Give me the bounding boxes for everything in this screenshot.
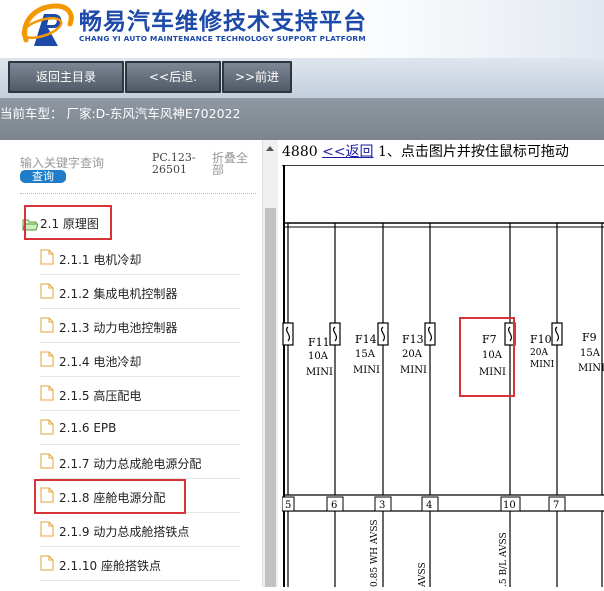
document-icon [40,351,54,367]
wire-label: 0.85 WH AVSS [370,519,380,587]
tree-item-label: 2.1.10 座舱搭铁点 [59,559,161,573]
diagram-header: 4880 <<返回 1、点击图片并按住鼠标可拖动 [282,140,604,165]
fuse-type: MINI [400,365,427,376]
divider [20,193,256,194]
document-icon [40,385,54,401]
highlight-box-cabin-power [34,479,186,514]
collapse-all-link[interactable]: 折叠全部 [212,152,248,176]
tree-item-label: 2.1.9 动力总成舱搭铁点 [59,525,190,539]
fuse-type: MINI [530,360,555,370]
document-icon [40,521,54,537]
highlight-box-schematic [24,205,112,240]
tree-item-battery-controller[interactable]: 2.1.3 动力电池控制器 [40,310,240,343]
pin-number: 5 [285,500,291,511]
fuse-f10[interactable]: F10 20A MINI [530,223,563,495]
tree-item-battery-cooling[interactable]: 2.1.4 电池冷却 [40,344,240,377]
fuse-rating: 20A [402,349,423,360]
fuse-rating: 20A [530,348,548,358]
fuse-f7[interactable]: F7 10A MINI [424,223,516,495]
tree-item-epb[interactable]: 2.1.6 EPB [40,412,240,445]
fuse-rating: 10A [308,351,329,362]
tree-item-hv-distribution[interactable]: 2.1.5 高压配电 [40,378,240,411]
fuse-rating: 15A [580,348,601,359]
fuse-type: MINI [578,363,604,374]
fuse-type: MINI [306,367,333,378]
fuse-f13[interactable]: F13 20A MINI [377,223,427,495]
header-banner: 畅易汽车维修技术支持平台 CHANG YI AUTO MAINTENANCE T… [0,0,604,58]
tree-item-powertrain-ground[interactable]: 2.1.9 动力总成舱搭铁点 [40,514,240,547]
fuse-f11[interactable]: F11 10A MINI [282,223,333,495]
pin-number: 4 [426,500,432,511]
fuse-f9[interactable]: F9 15A MINI [578,223,604,495]
wire-label: AVSS [418,562,428,587]
wiring-diagram-svg: F11 10A MINI F14 15A MINI F13 20A MINI F… [281,164,604,588]
tree-item-motor-cooling[interactable]: 2.1.1 电机冷却 [40,242,240,275]
wire-label: .5 B/L AVSS [499,532,509,587]
current-car-model: 当前车型： 厂家:D-东风汽车风神E702022 [0,106,241,121]
pin-number: 7 [553,500,559,511]
pc-code: PC.123-26501 [152,151,196,176]
scrollbar-thumb[interactable] [265,208,276,587]
fuse-name: F13 [402,333,424,346]
return-link[interactable]: <<返回 [322,144,373,160]
tree-item-label: 2.1.4 电池冷却 [59,355,142,369]
tree-item-label: 2.1.1 电机冷却 [59,253,142,267]
tree-item-integrated-motor-controller[interactable]: 2.1.2 集成电机控制器 [40,276,240,309]
document-icon [40,283,54,299]
tree-item-label: 2.1.6 EPB [59,421,117,435]
fuse-name: F10 [530,333,552,346]
fuse-name: F9 [582,331,597,344]
pin-number: 3 [379,500,385,511]
tree-item-label: 2.1.3 动力电池控制器 [59,321,178,335]
back-button[interactable]: <<后退. [125,61,221,93]
drag-instruction: 1、点击图片并按住鼠标可拖动 [373,144,569,160]
document-icon [40,453,54,469]
app-title: 畅易汽车维修技术支持平台 [79,9,367,35]
fuse-rating: 15A [355,349,376,360]
sidebar-scrollbar[interactable] [262,140,278,587]
logo-icon [21,3,74,46]
doc-id: 4880 [282,144,323,160]
toolbar: 返回主目录 <<后退. >>前进 [0,58,604,98]
sidebar: 输入关键字查询 查询 PC.123-26501 折叠全部 2.1 原理图 2.1… [0,140,262,587]
fuse-f14[interactable]: F14 15A MINI [329,223,380,495]
fuse-name: F7 [482,333,497,346]
tree-item-label: 2.1.2 集成电机控制器 [59,287,178,301]
search-input[interactable]: 输入关键字查询 [20,154,104,171]
tree-item-label: 2.1.5 高压配电 [59,389,142,403]
tree-item-cabin-ground[interactable]: 2.1.10 座舱搭铁点 [40,548,240,581]
tree-item-label: 2.1.7 动力总成舱电源分配 [59,457,202,471]
fuse-name: F14 [355,333,377,346]
info-bar: 当前车型： 厂家:D-东风汽车风神E702022 [0,98,604,140]
pin-number: 6 [331,500,337,511]
search-button[interactable]: 查询 [20,170,66,183]
fuse-rating: 10A [482,350,503,361]
document-icon [40,249,54,265]
fuse-type: MINI [479,367,506,378]
forward-button[interactable]: >>前进 [222,61,292,93]
scroll-up-arrow-icon[interactable] [266,146,274,151]
app-subtitle: CHANG YI AUTO MAINTENANCE TECHNOLOGY SUP… [79,34,366,43]
fuse-type: MINI [353,365,380,376]
connector-pins: 5 6 3 4 10 7 [281,496,566,512]
document-icon [40,317,54,333]
fuse-name: F11 [308,336,330,349]
document-icon [40,555,54,571]
pin-number: 10 [503,500,516,511]
document-icon [40,419,54,435]
tree-item-powertrain-power-distribution[interactable]: 2.1.7 动力总成舱电源分配 [40,446,240,479]
wiring-diagram[interactable]: F11 10A MINI F14 15A MINI F13 20A MINI F… [281,164,604,588]
home-button[interactable]: 返回主目录 [8,61,124,93]
